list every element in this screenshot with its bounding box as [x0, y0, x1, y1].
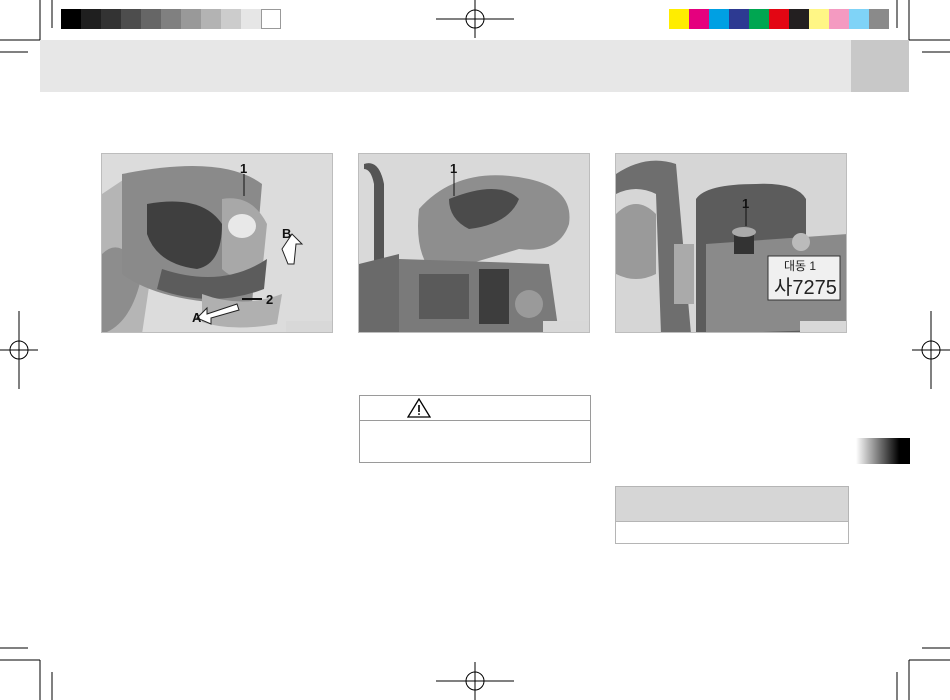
arrow-a-label: A [192, 310, 202, 325]
gray-swatch [201, 9, 221, 29]
gray-swatch [121, 9, 141, 29]
caution-box [359, 395, 591, 463]
gray-swatch [61, 9, 81, 29]
color-swatch [829, 9, 849, 29]
spec-table-row [616, 522, 848, 544]
callout-2: 2 [266, 292, 274, 307]
callout-1: 1 [742, 196, 750, 211]
color-swatch [689, 9, 709, 29]
spec-table-header [616, 487, 848, 522]
engine-bay-illustration [359, 154, 589, 332]
reservoir-illustration [616, 154, 846, 332]
gray-swatch [81, 9, 101, 29]
page-header-band [40, 40, 909, 92]
gray-swatch [141, 9, 161, 29]
figure-tag [286, 321, 332, 332]
page-header-tab [851, 40, 909, 92]
figure-reservoir-cap: 1 대동 1 사7275 [615, 153, 847, 333]
gray-swatch [261, 9, 281, 29]
gray-swatch [181, 9, 201, 29]
gray-swatch [101, 9, 121, 29]
color-swatch [769, 9, 789, 29]
caution-header [360, 396, 590, 421]
color-swatch [849, 9, 869, 29]
figure-tag [543, 321, 589, 332]
color-swatch [749, 9, 769, 29]
warning-triangle-icon [407, 398, 431, 418]
arrow-b-label: B [282, 226, 292, 241]
spec-table [615, 486, 849, 544]
figure-hood-open: 1 [358, 153, 590, 333]
color-swatch [709, 9, 729, 29]
callout-1: 1 [240, 161, 248, 176]
figure-tag [800, 321, 846, 332]
section-thumb-tab [856, 438, 910, 464]
print-marks [0, 0, 950, 700]
license-plate-number: 사7275 [774, 277, 837, 299]
color-swatch [669, 9, 689, 29]
gray-swatch [241, 9, 261, 29]
figure-hood-release: 1 2 B A [101, 153, 333, 333]
tractor-front-illustration [102, 154, 332, 332]
color-swatch [809, 9, 829, 29]
gray-swatch [221, 9, 241, 29]
color-swatch [729, 9, 749, 29]
color-swatch [789, 9, 809, 29]
callout-1: 1 [450, 161, 458, 176]
gray-swatch [161, 9, 181, 29]
color-swatch [869, 9, 889, 29]
